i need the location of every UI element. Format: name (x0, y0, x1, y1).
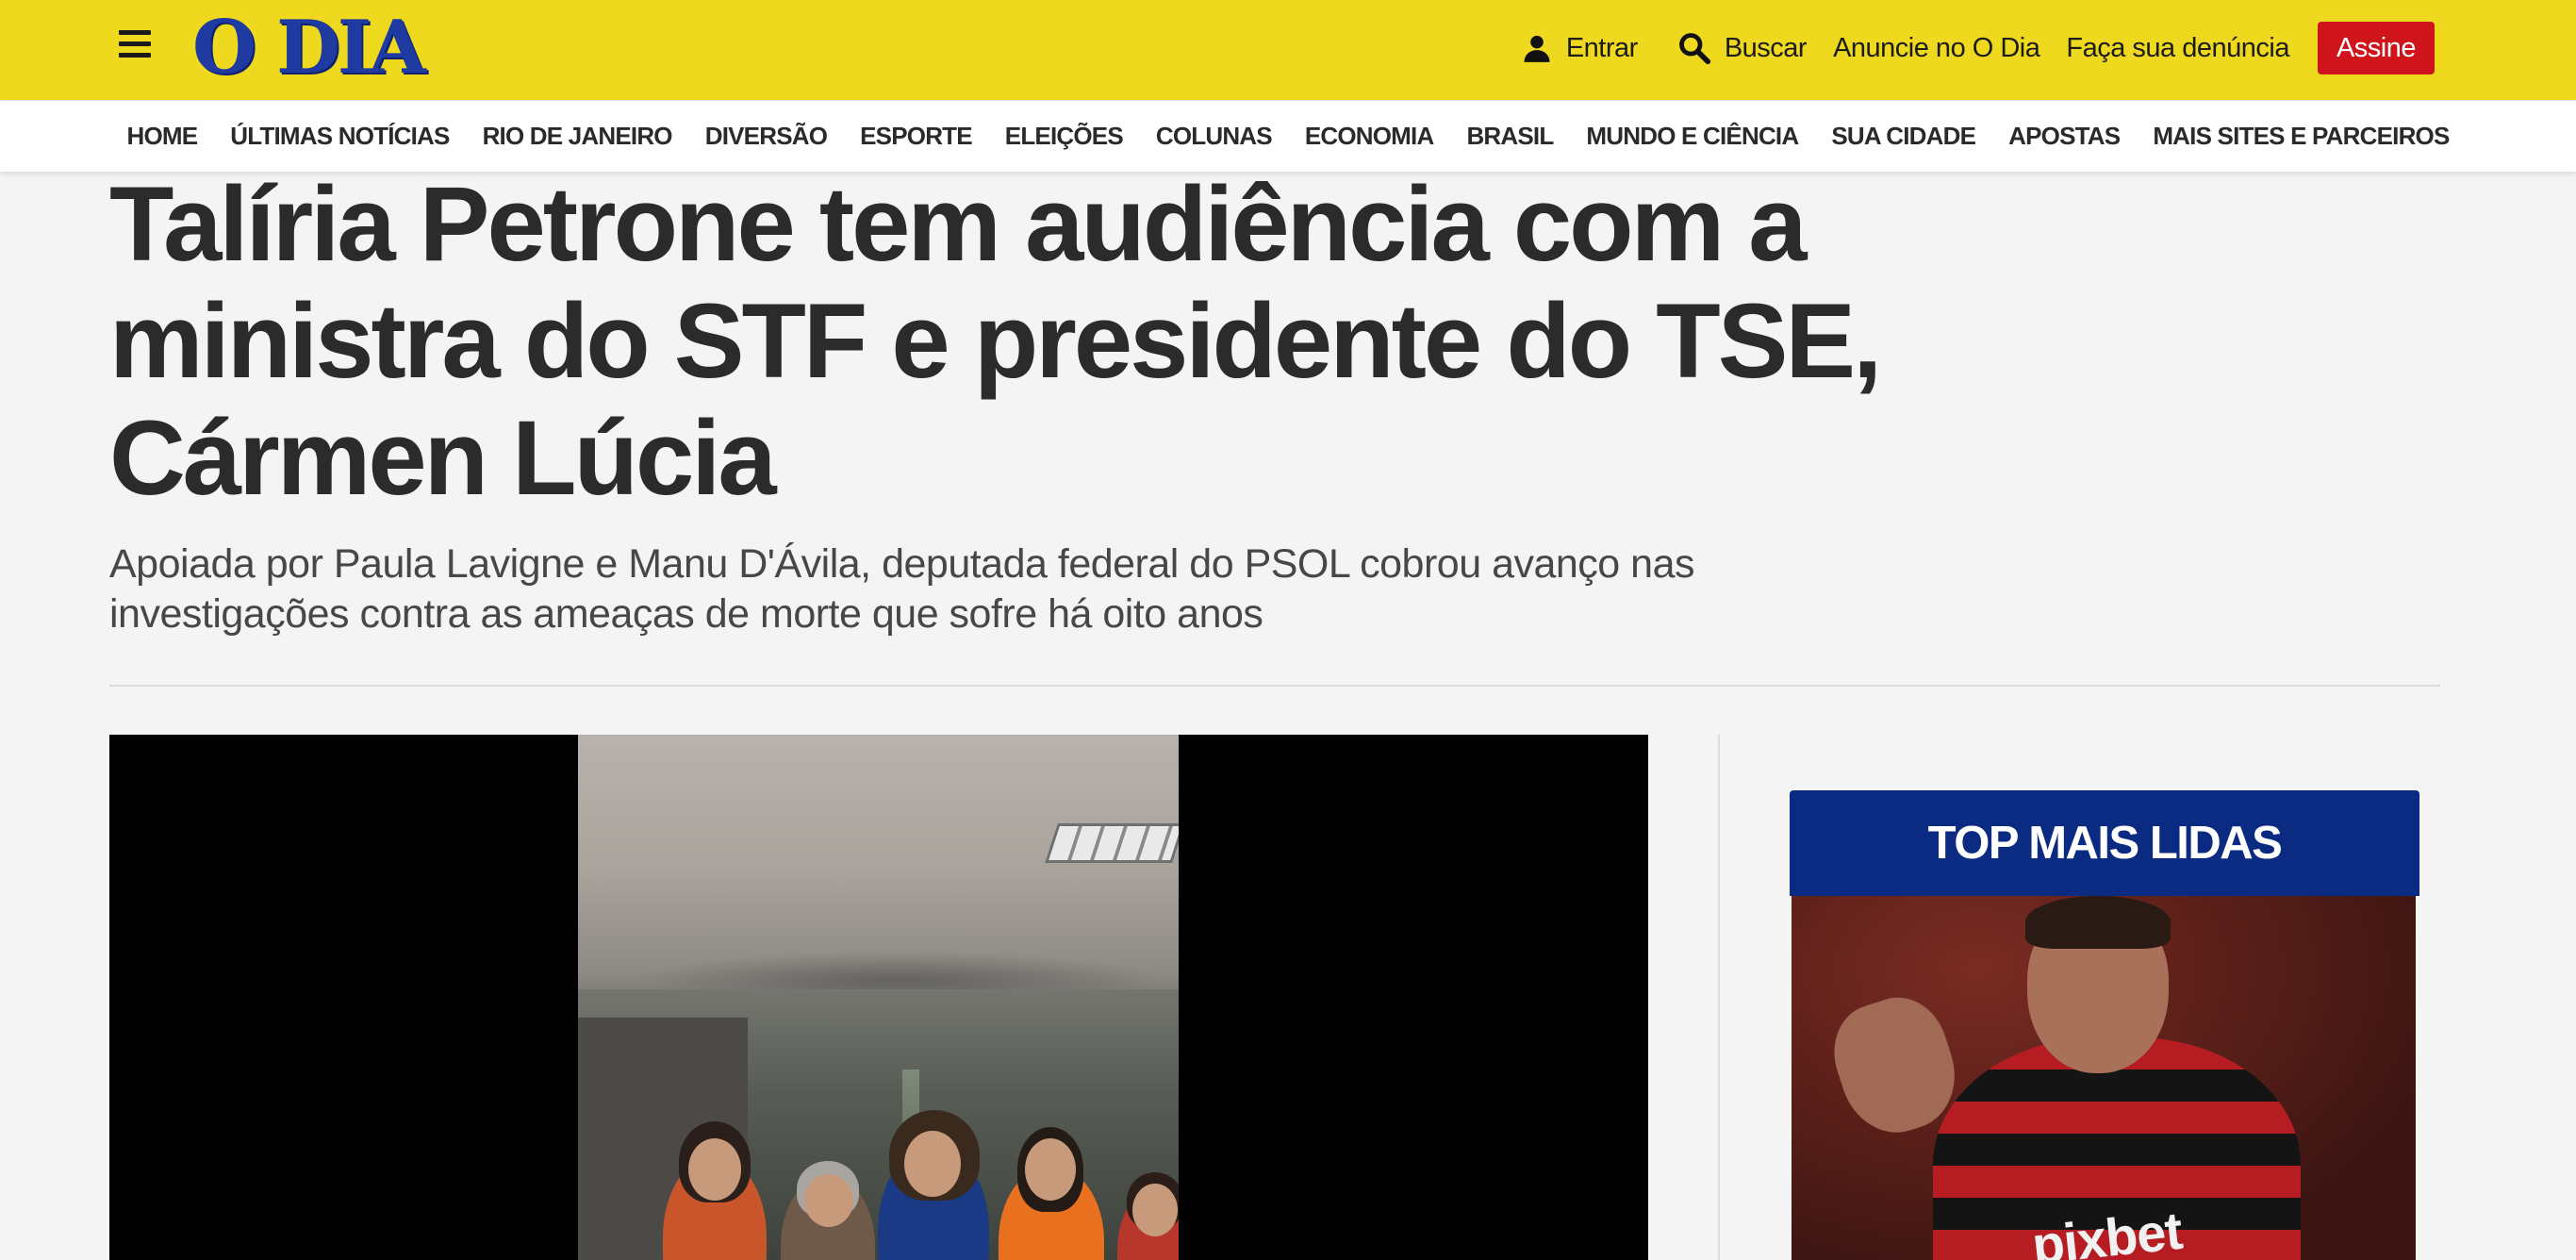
site-header: O DIA Entrar Buscar Anuncie no O Dia Faç… (0, 0, 2576, 100)
nav-item-sua-cidade[interactable]: SUA CIDADE (1831, 122, 1976, 151)
nav-item-brasil[interactable]: BRASIL (1466, 122, 1554, 151)
advertise-link[interactable]: Anuncie no O Dia (1833, 33, 2040, 64)
login-link[interactable]: Entrar (1521, 32, 1638, 64)
article-title: Talíria Petrone tem audiência com a mini… (109, 166, 1901, 517)
person-head (804, 1174, 853, 1227)
article-title-line: Cármen Lúcia (109, 399, 777, 517)
nav-item-eleicoes[interactable]: ELEIÇÕES (1005, 122, 1124, 151)
nav-item-colunas[interactable]: COLUNAS (1156, 122, 1273, 151)
article-subtitle-line: investigações contra as ameaças de morte… (109, 591, 1263, 637)
nav-item-apostas[interactable]: APOSTAS (2008, 122, 2121, 151)
player-hair (2025, 896, 2171, 949)
article-main-image[interactable] (109, 735, 1648, 1260)
search-link[interactable]: Buscar (1677, 31, 1808, 65)
section-nav: HOME ÚLTIMAS NOTÍCIAS RIO DE JANEIRO DIV… (0, 100, 2576, 172)
report-link[interactable]: Faça sua denúncia (2066, 33, 2289, 64)
article-title-line: Talíria Petrone tem audiência com a (109, 165, 1808, 283)
search-icon (1677, 31, 1711, 65)
nav-item-home[interactable]: HOME (126, 122, 198, 151)
search-label: Buscar (1724, 32, 1808, 63)
subscribe-button[interactable]: Assine (2317, 22, 2435, 75)
article-title-line: ministra do STF e presidente do TSE, (109, 282, 1882, 400)
nav-item-ultimas-noticias[interactable]: ÚLTIMAS NOTÍCIAS (230, 122, 450, 151)
top-read-thumbnail[interactable]: pixbet (1792, 896, 2416, 1260)
person-head (1132, 1184, 1178, 1236)
user-icon (1521, 32, 1553, 64)
nav-item-esporte[interactable]: ESPORTE (860, 122, 972, 151)
nav-item-economia[interactable]: ECONOMIA (1305, 122, 1434, 151)
top-read-title: TOP MAIS LIDAS (1790, 790, 2419, 896)
person-head (904, 1131, 961, 1197)
nav-item-diversao[interactable]: DIVERSÃO (705, 122, 828, 151)
article-subtitle: Apoiada por Paula Lavigne e Manu D'Ávila… (109, 539, 1844, 639)
person-head (1025, 1138, 1076, 1201)
ceiling-light (1045, 823, 1179, 863)
article-subtitle-line: Apoiada por Paula Lavigne e Manu D'Ávila… (109, 541, 1695, 587)
hamburger-menu-icon[interactable] (119, 30, 153, 58)
login-label: Entrar (1565, 32, 1638, 63)
nav-item-mais-sites[interactable]: MAIS SITES E PARCEIROS (2153, 122, 2450, 151)
column-divider (1718, 735, 1720, 1260)
person-head (688, 1138, 741, 1201)
nav-item-rio-de-janeiro[interactable]: RIO DE JANEIRO (483, 122, 673, 151)
top-read-widget: TOP MAIS LIDAS pixbet (1790, 790, 2419, 1260)
site-logo[interactable]: O DIA (192, 5, 426, 91)
nav-item-mundo-e-ciencia[interactable]: MUNDO E CIÊNCIA (1586, 122, 1799, 151)
article-photo (578, 735, 1179, 1260)
header-divider (109, 685, 2440, 687)
header-actions: Entrar Buscar Anuncie no O Dia Faça sua … (1521, 20, 2435, 76)
